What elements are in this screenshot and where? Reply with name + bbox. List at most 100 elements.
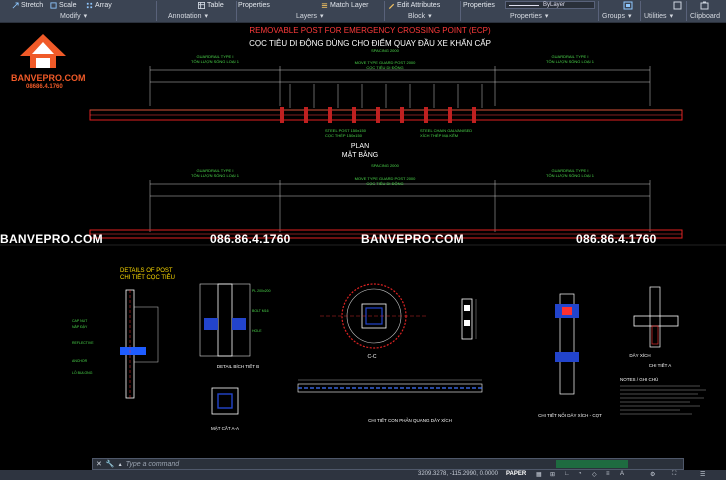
watermark-phone: 086.86.4.1760 [576, 232, 657, 246]
panel-clipboard-label: Clipboard [690, 12, 720, 20]
caption-section-aa: MẶT CẮT A-A [211, 424, 239, 431]
detail-b-flange: PL 200x200 BOLT M16 HOLE [199, 283, 271, 357]
notes-title: NOTES / GHI CHÚ [620, 376, 658, 382]
caption-reflector: CHI TIẾT CON PHẢN QUANG DÂY XÍCH [368, 417, 452, 423]
scale-icon [50, 1, 57, 9]
gear-icon[interactable]: ⚙ [650, 471, 655, 478]
svg-text:NẮP ĐẬY: NẮP ĐẬY [72, 324, 88, 329]
banvepro-logo-icon [20, 34, 66, 68]
ribbon-separator [598, 1, 599, 21]
plan-label-vi: MẶT BẰNG [342, 150, 378, 159]
watermark-brand: BANVEPRO.COM [0, 232, 103, 246]
svg-text:SPACING 2000: SPACING 2000 [371, 163, 399, 168]
panel-modify-label: Modify [60, 12, 81, 20]
group-icon[interactable] [623, 1, 633, 10]
menu-icon[interactable]: ☰ [700, 471, 705, 478]
drawing-canvas[interactable]: REMOVABLE POST FOR EMERGENCY CROSSING PO… [0, 22, 726, 458]
chevron-down-icon: ▾ [83, 13, 88, 20]
chevron-down-icon: ▾ [204, 13, 208, 20]
details-title-vi: CHI TIẾT CỌC TIÊU [120, 273, 175, 281]
table-label: Table [207, 1, 224, 9]
bylayer-value: ByLayer [543, 2, 566, 8]
panel-block[interactable]: Block ▾ [408, 11, 432, 21]
section-aa-detail [211, 387, 239, 415]
ribbon-separator [236, 1, 237, 21]
fullscreen-icon[interactable]: ⛶ [672, 471, 676, 478]
properties-button[interactable]: Properties [463, 0, 495, 10]
plan-callouts-top: STEEL POST 150x150 CỌC THÉP 150x150 STEE… [325, 128, 472, 138]
chevron-up-icon[interactable]: ▴ [119, 461, 122, 468]
line-sample [509, 4, 539, 6]
edit-attributes-label: Edit Attributes [397, 1, 441, 9]
utilities-icon[interactable] [673, 1, 682, 10]
panel-utilities[interactable]: Utilities ▾ [644, 11, 673, 21]
table-button[interactable]: Table [198, 0, 224, 10]
status-bar: 3209.3278, -115.2990, 0.0000 PAPER ▦ ⊞ ∟… [0, 470, 726, 480]
ribbon-separator [686, 1, 687, 21]
scale-button[interactable]: Scale [50, 0, 77, 10]
plan-label: PLAN [351, 143, 369, 150]
svg-text:CỌC TIÊU DI ĐỘNG: CỌC TIÊU DI ĐỘNG [366, 181, 403, 186]
post-elevation-detail: CAP NUTNẮP ĐẬY REFLECTIVE ANCHOR LỖ BULON… [72, 289, 159, 399]
caption-cc: C-C [368, 354, 377, 360]
edit-attributes-button[interactable]: Edit Attributes [388, 0, 440, 10]
match-layer-icon [321, 2, 328, 8]
paper-mode-toggle[interactable]: PAPER [506, 471, 526, 477]
panel-annotation[interactable]: Annotation ▾ [168, 11, 208, 21]
close-icon[interactable]: ✕ [96, 460, 102, 468]
panel-properties[interactable]: Properties ▾ [510, 11, 548, 21]
svg-text:CỌC TIÊU DI ĐỘNG: CỌC TIÊU DI ĐỘNG [366, 65, 403, 70]
osnap-icon[interactable]: ◇ [592, 471, 597, 478]
watermark-brand: BANVEPRO.COM [361, 232, 464, 246]
ortho-icon[interactable]: ∟ [564, 471, 570, 477]
match-layer-label: Match Layer [330, 1, 369, 9]
stretch-icon [12, 1, 19, 8]
svg-text:SPACING 2000: SPACING 2000 [371, 48, 399, 53]
array-label: Array [95, 1, 112, 9]
grid-icon[interactable]: ▦ [536, 471, 542, 478]
lineweight-icon[interactable]: ≡ [606, 471, 610, 477]
stretch-label: Stretch [21, 1, 44, 9]
properties-label: Properties [463, 1, 495, 9]
chevron-down-icon: ▾ [428, 13, 432, 20]
coordinates-readout: 3209.3278, -115.2990, 0.0000 [418, 471, 498, 477]
layer-properties-button[interactable]: Properties [238, 0, 270, 10]
panel-clipboard[interactable]: Clipboard [690, 11, 720, 21]
ribbon-separator [640, 1, 641, 21]
chevron-down-icon: ▾ [320, 13, 324, 20]
panel-layers[interactable]: Layers ▾ [296, 11, 324, 21]
svg-text:LỖ BULONG: LỖ BULONG [72, 370, 93, 375]
scale-label: Scale [59, 1, 77, 9]
linetype-dropdown[interactable]: ByLayer [505, 1, 595, 9]
table-icon [198, 1, 205, 9]
panel-modify[interactable]: Modify ▾ [60, 11, 87, 21]
dimension-lines-lower [149, 180, 651, 232]
stretch-button[interactable]: Stretch [12, 0, 43, 10]
array-button[interactable]: Array [86, 0, 112, 10]
ribbon-separator [460, 1, 461, 21]
annotation-scale-icon[interactable]: A [620, 471, 624, 477]
match-layer-button[interactable]: Match Layer [321, 0, 369, 10]
plan-annotations-top: GUARDRAIL TYPE I TÔN LƯỢN SÓNG LOẠI 1 SP… [191, 48, 595, 70]
panel-groups-label: Groups [602, 12, 625, 20]
drawing-title-en: REMOVABLE POST FOR EMERGENCY CROSSING PO… [249, 26, 491, 35]
caption-detail-b: DETAIL BÍCH TIẾT B [217, 363, 259, 369]
command-input[interactable]: Type a command [126, 461, 180, 468]
svg-text:CAP NUT: CAP NUT [72, 319, 88, 323]
chevron-down-icon: ▾ [627, 13, 632, 20]
panel-properties-label: Properties [510, 12, 542, 20]
polar-icon[interactable]: ◔ [578, 471, 582, 477]
panel-groups[interactable]: Groups ▾ [602, 11, 631, 21]
snap-icon[interactable]: ⊞ [550, 471, 555, 478]
clipboard-icon[interactable] [700, 1, 709, 10]
watermark-phone: 086.86.4.1760 [210, 232, 291, 246]
svg-text:HOLE: HOLE [252, 329, 262, 333]
caption-knot: CHI TIẾT NỐI DÂY XÍCH - CỌT [538, 412, 602, 418]
svg-text:PL 200x200: PL 200x200 [252, 289, 271, 293]
panel-annotation-label: Annotation [168, 12, 202, 20]
ribbon-separator [156, 1, 157, 21]
svg-text:REFLECTIVE: REFLECTIVE [72, 341, 94, 345]
svg-text:TÔN LƯỢN SÓNG LOẠI 1: TÔN LƯỢN SÓNG LOẠI 1 [191, 59, 240, 64]
wrench-icon[interactable]: 🔧 [106, 460, 115, 468]
guardrail-top [89, 107, 683, 123]
